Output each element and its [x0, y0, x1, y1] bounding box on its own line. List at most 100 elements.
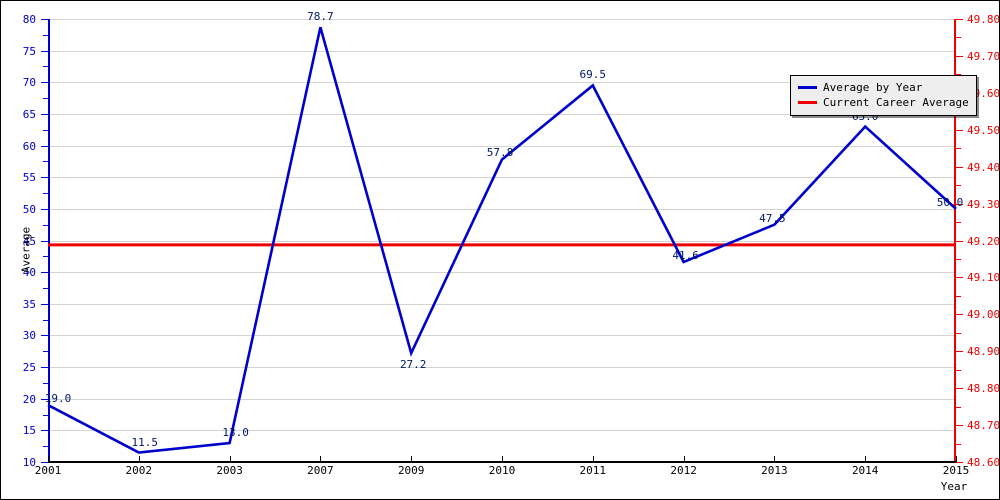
y-axis-right-tick-label: 49.10	[967, 271, 1000, 285]
x-axis-tick-label: 2010	[488, 464, 516, 477]
x-axis-tick-label: 2011	[579, 464, 607, 477]
y-axis-left-tick	[41, 303, 48, 305]
y-axis-left-tick-label: 80	[22, 13, 36, 26]
y-axis-right-minor-tick	[956, 406, 961, 408]
legend-label-average-by-year: Average by Year	[823, 81, 923, 94]
x-axis-tick-label: 2002	[125, 464, 153, 477]
y-axis-right-minor-tick	[956, 37, 961, 39]
y-axis-right-tick	[956, 19, 963, 20]
x-axis-tick-label: 2013	[761, 464, 788, 477]
x-axis-tick	[956, 456, 957, 462]
data-point-label: 47.5	[759, 211, 786, 225]
y-axis-right-tick	[956, 314, 963, 316]
y-axis-left-tick	[41, 462, 48, 463]
y-axis-left-tick	[41, 145, 48, 147]
y-axis-left-tick	[41, 240, 48, 242]
data-point-label: 57.8	[486, 146, 514, 160]
x-axis-tick	[320, 456, 322, 462]
y-axis-left-tick	[41, 177, 48, 179]
x-axis-tick	[48, 456, 49, 462]
y-axis-left-tick-label: 70	[22, 76, 36, 90]
y-axis-right-minor-tick	[956, 295, 961, 297]
y-axis-right-tick-label: 49.30	[967, 197, 1000, 211]
line-chart: 10 15 20 25 30 35 40 45 50 55 60 65 70 75 80 48.60 48.7…	[0, 0, 1000, 500]
y-axis-right-tick	[956, 277, 963, 279]
y-axis-right-tick-label: 48.60	[967, 456, 1000, 469]
y-axis-left-minor-tick	[43, 319, 48, 321]
y-axis-left-tick-label: 15	[22, 424, 36, 438]
y-axis-left-minor-tick	[43, 193, 48, 195]
y-axis-right-minor-tick	[956, 222, 961, 224]
y-axis-left-tick	[41, 208, 48, 210]
x-axis-tick-label: 2001	[34, 464, 62, 477]
data-point-label: 78.7	[307, 10, 334, 24]
y-axis-left-minor-tick	[43, 287, 48, 289]
y-axis-left-tick-label: 35	[22, 297, 36, 311]
data-point-label: 19.0	[44, 392, 72, 406]
y-axis-left-tick	[41, 82, 48, 84]
y-axis-right-tick	[956, 166, 963, 168]
y-axis-left-tick	[41, 430, 48, 432]
x-axis-tick-label: 2012	[670, 464, 697, 477]
y-axis-right-tick-label: 49.20	[967, 234, 1000, 248]
y-axis-right-tick-label: 49.50	[967, 123, 1000, 137]
data-point-label: 50.0	[936, 195, 964, 209]
y-axis-left-minor-tick	[43, 129, 48, 131]
data-point-label: 27.2	[399, 358, 427, 372]
y-axis-left-tick-label: 75	[22, 44, 36, 58]
y-axis-left-tick	[41, 50, 48, 52]
y-axis-right-tick-label: 49.70	[967, 49, 1000, 63]
y-axis-right-minor-tick	[956, 332, 961, 334]
x-axis-tick	[774, 456, 776, 462]
y-axis-left-minor-tick	[43, 66, 48, 68]
y-axis-right-minor-tick	[956, 369, 961, 371]
legend-swatch-average-by-year	[798, 86, 817, 89]
y-axis-left-minor-tick	[43, 224, 48, 226]
y-axis-left-minor-tick	[43, 256, 48, 258]
x-axis-tick	[411, 456, 413, 462]
y-axis-left-minor-tick	[43, 351, 48, 353]
legend: Average by Year Current Career Average	[790, 75, 977, 116]
x-axis-tick-label: 2003	[216, 464, 243, 477]
data-point-label: 41.6	[672, 249, 699, 263]
x-axis-tick	[592, 456, 594, 462]
y-axis-left-minor-tick	[43, 382, 48, 384]
y-axis-left-minor-tick	[43, 98, 48, 100]
y-axis-right-tick-label: 49.00	[967, 308, 1000, 322]
data-point-label: 69.5	[579, 68, 607, 82]
y-axis-left-tick	[41, 272, 48, 274]
y-axis-right-tick	[956, 388, 963, 390]
legend-item-average-by-year: Average by Year	[798, 80, 969, 95]
x-axis-tick-label: 2014	[851, 464, 879, 477]
x-axis-tick	[138, 456, 140, 462]
y-axis-title: Average	[19, 226, 33, 274]
x-axis-tick-label: 2009	[397, 464, 425, 477]
x-axis-title: Year	[940, 480, 968, 493]
legend-swatch-current-career-average	[798, 101, 817, 104]
y-axis-right-tick-label: 48.90	[967, 345, 1000, 359]
y-axis-left-tick-label: 25	[22, 361, 36, 375]
legend-label-current-career-average: Current Career Average	[823, 96, 969, 109]
y-axis-right-tick-label: 48.80	[967, 382, 1000, 396]
x-axis-tick	[865, 456, 867, 462]
y-axis-right-tick	[956, 351, 963, 353]
x-axis-tick	[683, 456, 685, 462]
y-axis-right-tick	[956, 129, 963, 131]
y-axis-right-tick	[956, 462, 963, 463]
x-axis-tick	[502, 456, 503, 462]
y-axis-left-tick-label: 60	[22, 139, 36, 153]
y-axis-left-tick-label: 20	[22, 392, 36, 406]
y-axis-right-minor-tick	[956, 148, 961, 150]
y-axis-right-tick	[956, 240, 963, 242]
y-axis-left-minor-tick	[43, 414, 48, 416]
y-axis-right-tick	[956, 55, 963, 57]
y-axis-left-minor-tick	[43, 161, 48, 163]
y-axis-right-tick-label: 49.40	[967, 160, 1000, 174]
y-axis-left-tick	[41, 367, 48, 369]
y-axis-left-tick	[41, 335, 48, 337]
x-axis-tick	[229, 456, 231, 462]
x-axis-tick-label: 2015	[942, 464, 970, 477]
y-axis-left-tick	[41, 19, 48, 20]
y-axis-right-tick	[956, 425, 963, 427]
legend-item-current-career-average: Current Career Average	[798, 95, 969, 110]
